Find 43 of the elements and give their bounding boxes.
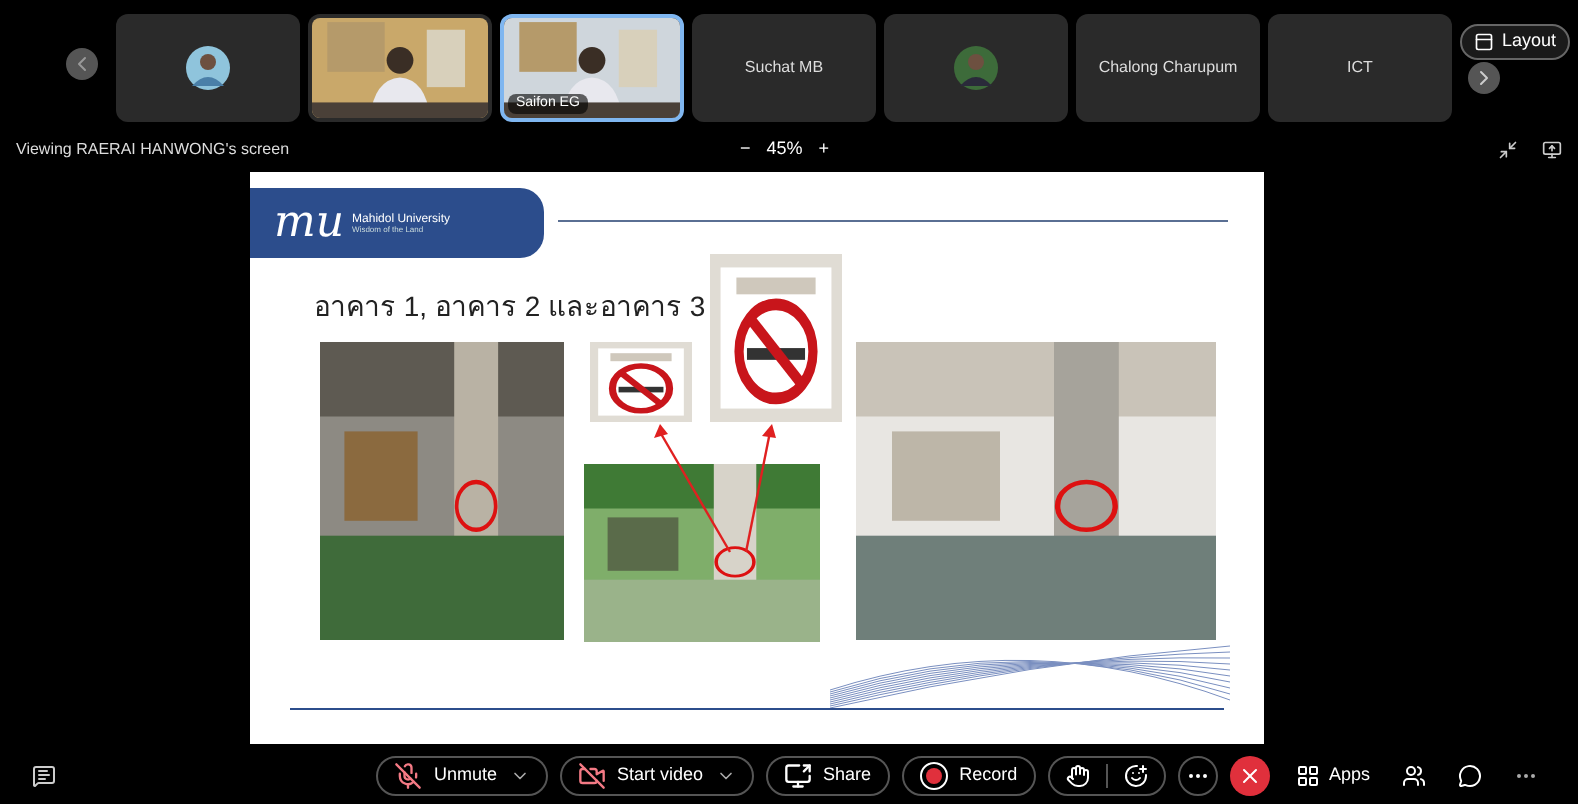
more-button[interactable] [1177,756,1218,796]
chat-icon[interactable] [1458,764,1482,788]
hand-icon [1065,764,1090,788]
next-button[interactable] [1468,62,1500,94]
video-button[interactable]: Start video [559,756,754,796]
logo-mark: mu [274,201,345,245]
participants-icon[interactable] [1402,764,1426,788]
arrow [654,424,732,553]
participant-tile[interactable]: Chalong Charupum [1076,14,1260,122]
smiley-icon [1123,764,1148,788]
participant-tile[interactable] [884,14,1068,122]
arrow [744,424,776,553]
participant-name: Suchat MB [744,56,824,80]
layout-button[interactable]: Layout [1459,24,1570,60]
annotate-icon[interactable] [1498,140,1518,160]
record-button[interactable]: Record [901,756,1036,796]
participant-tile[interactable]: Suchat MB [692,14,876,122]
captions-icon[interactable] [32,764,56,788]
participant-name: Chalong Charupum [1098,56,1238,80]
zoom-out-button[interactable]: − [740,136,751,164]
avatar [954,46,998,90]
apps-icon [1296,764,1321,788]
previous-button[interactable] [66,48,98,80]
zoom-in-button[interactable]: + [818,136,830,164]
reactions-button[interactable] [1047,756,1166,796]
close-icon [1237,764,1262,788]
leave-button[interactable] [1229,756,1270,796]
avatar [186,46,230,90]
participant-tile[interactable] [116,14,300,122]
layout-icon [1473,32,1494,52]
participant-name: ICT [1347,56,1373,80]
video-off-icon [577,762,606,790]
slide-title: อาคาร 1, อาคาร 2 และอาคาร 3 [314,288,706,326]
participant-tile[interactable]: ICT [1268,14,1452,122]
share-icon [783,762,812,790]
apps-button[interactable]: Apps [1296,762,1370,790]
share-button[interactable]: Share [765,756,890,796]
pop-out-icon[interactable] [1542,140,1562,160]
zoom-level: 45% [766,136,803,163]
record-icon [919,762,948,790]
viewing-label: Viewing RAERAI HANWONG's screen [16,138,290,162]
muted-mic-icon [394,762,422,790]
mic-button[interactable]: Unmute [376,756,548,796]
